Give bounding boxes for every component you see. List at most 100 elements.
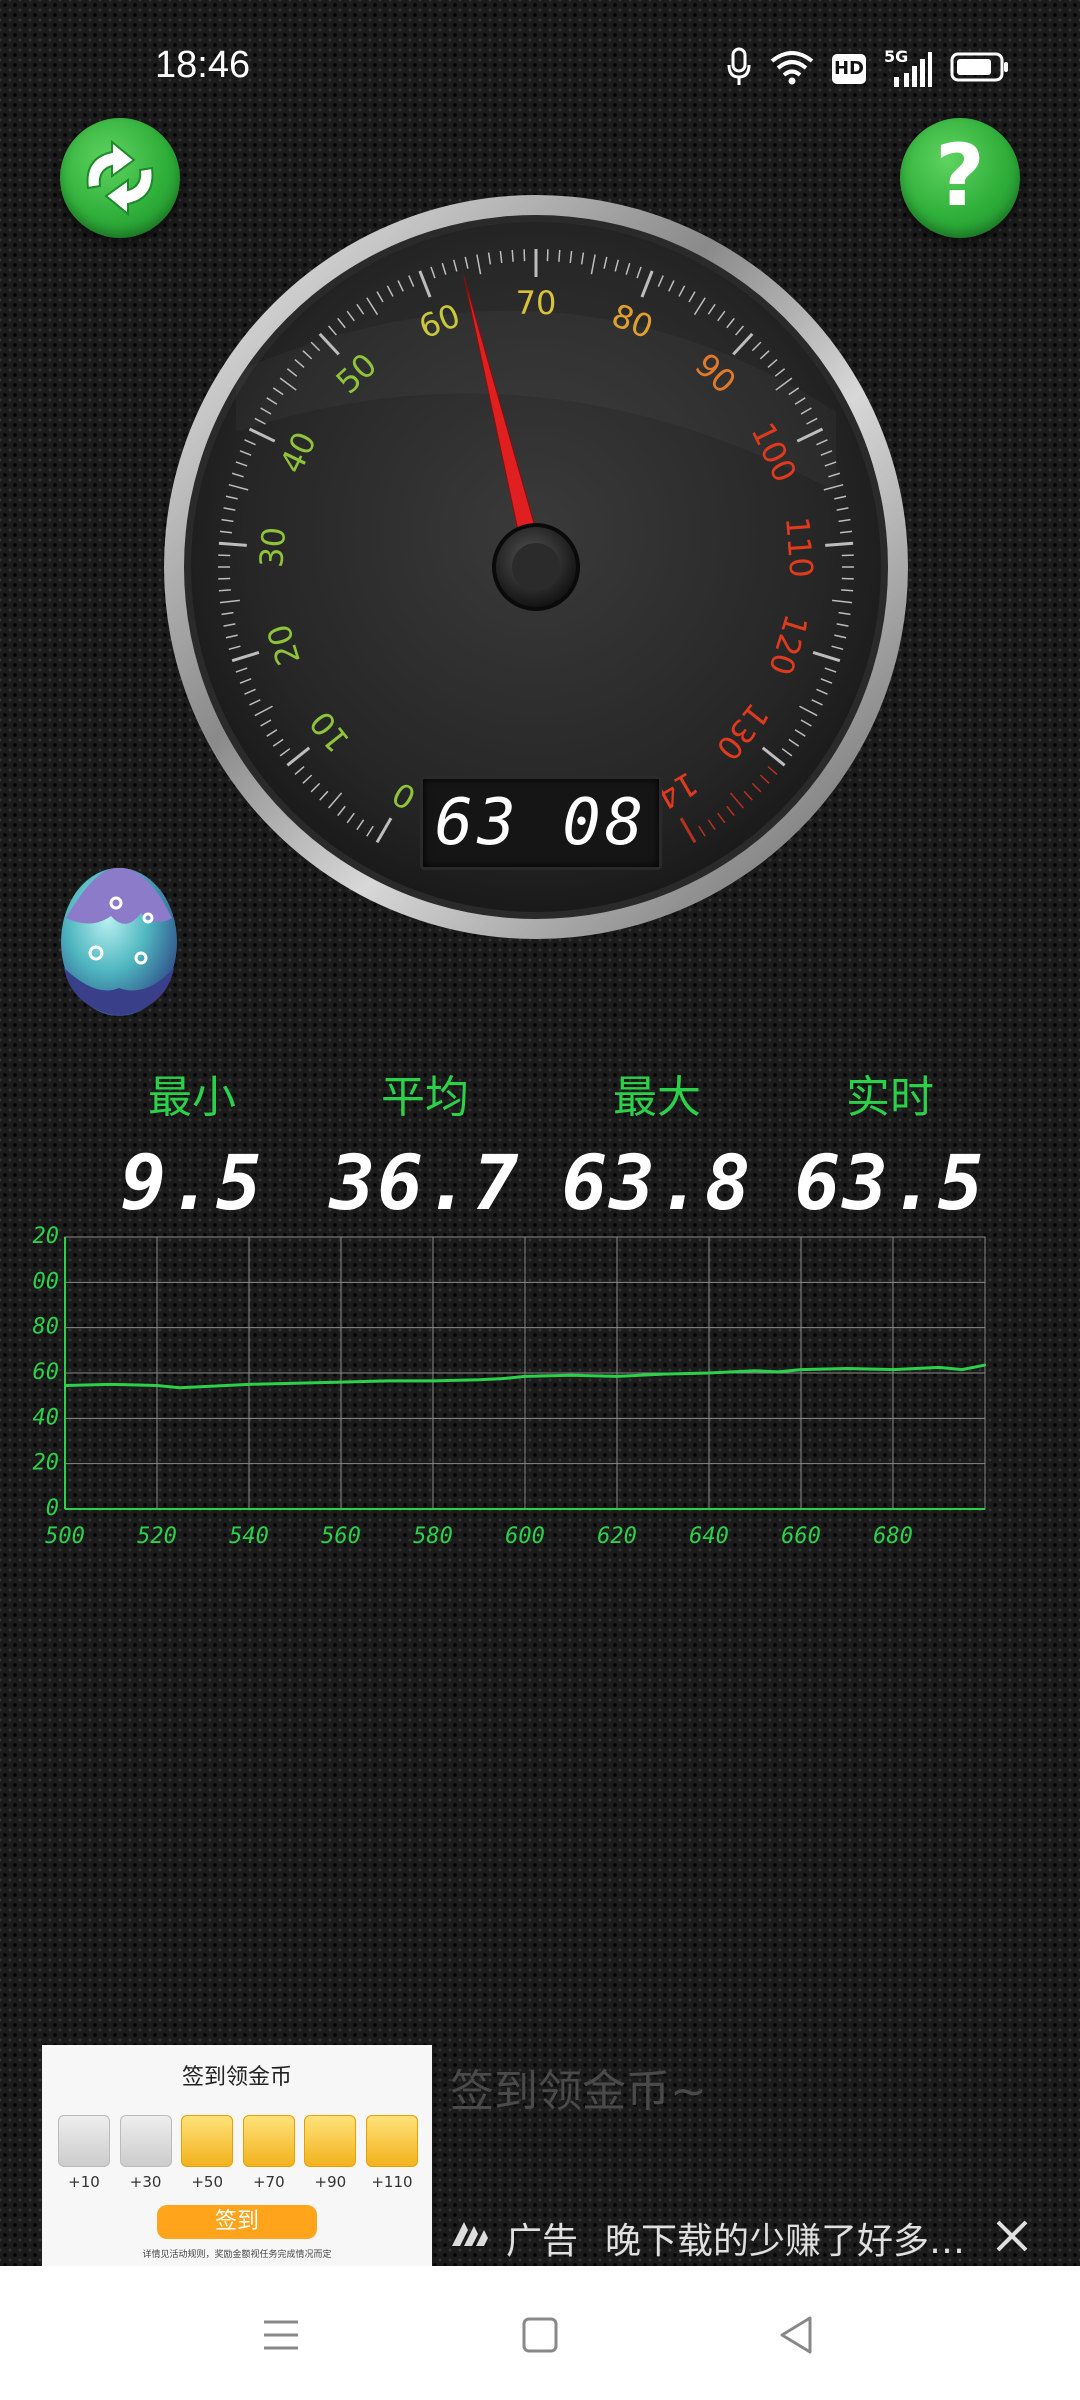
stat-value: 63.8 xyxy=(561,1138,753,1227)
gauge-tick xyxy=(218,541,247,547)
hd-icon: HD xyxy=(832,54,866,84)
coin-item: +110 xyxy=(365,2115,418,2191)
y-tick-label: 20 xyxy=(33,1451,60,1476)
y-tick-label: 80 xyxy=(33,1315,60,1340)
status-time: 18:46 xyxy=(155,44,251,86)
x-tick-label: 560 xyxy=(321,1524,361,1549)
coin-item: +30 xyxy=(119,2115,172,2191)
speed-data-point xyxy=(753,1369,757,1372)
speed-data-point xyxy=(891,1368,895,1371)
speed-data-point xyxy=(500,1377,504,1380)
coin-icon xyxy=(365,2115,418,2167)
coin-item: +90 xyxy=(304,2115,357,2191)
coin-icon xyxy=(181,2115,234,2167)
stat-min: 最小 9.5 xyxy=(72,1070,312,1227)
stat-average: 平均 36.7 xyxy=(305,1070,545,1227)
ad-ghost-text: 签到领金币~ xyxy=(450,2066,707,2117)
mic-icon xyxy=(726,47,752,91)
x-tick-label: 660 xyxy=(781,1524,821,1549)
ad-bar[interactable]: 广告 晚下载的少赚了好多… xyxy=(450,2210,1050,2262)
speed-data-point xyxy=(707,1371,711,1375)
speed-data-point xyxy=(178,1386,182,1389)
speed-data-point xyxy=(937,1366,941,1369)
gauge-tick xyxy=(841,589,854,592)
chart-grid xyxy=(64,1236,986,1510)
coin-icon xyxy=(58,2115,110,2167)
back-icon[interactable] xyxy=(772,2310,822,2360)
coin-amount: +90 xyxy=(314,2173,347,2191)
coin-icon xyxy=(304,2115,357,2167)
speed-data-point xyxy=(109,1383,113,1386)
coin-item: +50 xyxy=(181,2115,234,2191)
stat-value: 9.5 xyxy=(120,1138,264,1227)
speed-data-point xyxy=(960,1368,964,1371)
ad-banner-card[interactable]: 签到领金币 +10 +30 +50 +70 +90 +110 签到 详情见活动规… xyxy=(42,2045,432,2267)
stat-value: 63.5 xyxy=(794,1138,986,1227)
ad-tag: 广告 xyxy=(506,2221,579,2262)
stat-label: 实时 xyxy=(846,1072,934,1123)
y-tick-label: 0 xyxy=(46,1496,59,1521)
speed-history-chart: 0 20 40 60 80 100 120 500 520 540 560 580 600 620 640… xyxy=(30,1225,987,1549)
y-tick-label: 40 xyxy=(33,1405,60,1430)
gauge-label: 30 xyxy=(252,526,293,569)
gauge-label: 110 xyxy=(778,515,820,579)
close-icon[interactable] xyxy=(992,2216,1032,2256)
speed-data-point xyxy=(293,1382,297,1385)
gauge-label: 70 xyxy=(516,284,557,322)
wifi-icon xyxy=(770,49,814,89)
coin-item: +10 xyxy=(58,2115,110,2191)
coin-icon xyxy=(119,2115,172,2167)
stat-label: 最大 xyxy=(613,1072,701,1123)
speed-data-point xyxy=(477,1378,481,1381)
speed-data-point xyxy=(799,1368,803,1371)
stat-label: 平均 xyxy=(381,1072,469,1123)
chart-y-ticks: 0 20 40 60 80 100 120 xyxy=(30,1225,59,1521)
speed-data-point xyxy=(661,1372,665,1376)
coin-amount: +110 xyxy=(371,2173,413,2191)
stats-panel: 最小 9.5 平均 36.7 最大 63.8 实时 63.5 xyxy=(0,1070,1080,1227)
speed-data-point xyxy=(155,1384,159,1387)
y-tick-label: 100 xyxy=(30,1269,59,1294)
stat-realtime: 实时 63.5 xyxy=(770,1070,1010,1227)
y-tick-label: 60 xyxy=(33,1360,60,1385)
stat-value: 36.7 xyxy=(329,1138,521,1227)
status-bar: 18:46 HD 5G xyxy=(0,0,1080,130)
sign-in-button[interactable]: 签到 xyxy=(157,2205,317,2239)
x-tick-label: 500 xyxy=(45,1524,85,1549)
y-tick-label: 120 xyxy=(30,1225,59,1249)
speed-data-point xyxy=(983,1363,987,1367)
gauge-tick xyxy=(825,541,854,547)
battery-icon xyxy=(950,52,1010,86)
coin-amount: +70 xyxy=(252,2173,285,2191)
x-tick-label: 520 xyxy=(137,1524,177,1549)
odometer-display: 63 08 xyxy=(420,776,662,870)
speed-data-point xyxy=(845,1367,849,1370)
speed-data-point xyxy=(615,1375,619,1378)
coin-icon xyxy=(242,2115,295,2167)
ad-fine-print: 详情见活动规则，奖励金额视任务完成情况而定 xyxy=(142,2250,332,2260)
speed-data-point xyxy=(523,1375,527,1378)
coin-amount: +10 xyxy=(68,2173,100,2191)
x-tick-label: 580 xyxy=(413,1524,453,1549)
coin-item: +70 xyxy=(242,2115,295,2191)
speed-data-point xyxy=(569,1374,573,1377)
home-icon[interactable] xyxy=(515,2310,565,2360)
x-tick-label: 680 xyxy=(873,1524,913,1549)
speed-data-point xyxy=(63,1384,67,1387)
chart-x-ticks: 500 520 540 560 580 600 620 640 660 680 xyxy=(45,1524,913,1549)
menu-icon[interactable] xyxy=(256,2310,306,2360)
gauge-tick xyxy=(558,249,561,262)
egg-reward-icon[interactable] xyxy=(56,858,182,1018)
speed-data-point xyxy=(385,1379,389,1383)
5g-signal-icon: 5G xyxy=(884,47,932,89)
stat-max: 最大 63.8 xyxy=(537,1070,777,1227)
x-tick-label: 600 xyxy=(505,1524,545,1549)
speed-data-point xyxy=(776,1370,780,1374)
ad-logo-icon xyxy=(452,2222,488,2246)
coin-amount: +50 xyxy=(191,2173,224,2191)
x-tick-label: 540 xyxy=(229,1524,269,1549)
gauge-tick xyxy=(511,249,514,262)
ad-text[interactable]: 晚下载的少赚了好多… xyxy=(605,2212,1005,2264)
speed-data-point xyxy=(201,1385,205,1388)
ad-card-title: 签到领金币 xyxy=(181,2065,292,2090)
